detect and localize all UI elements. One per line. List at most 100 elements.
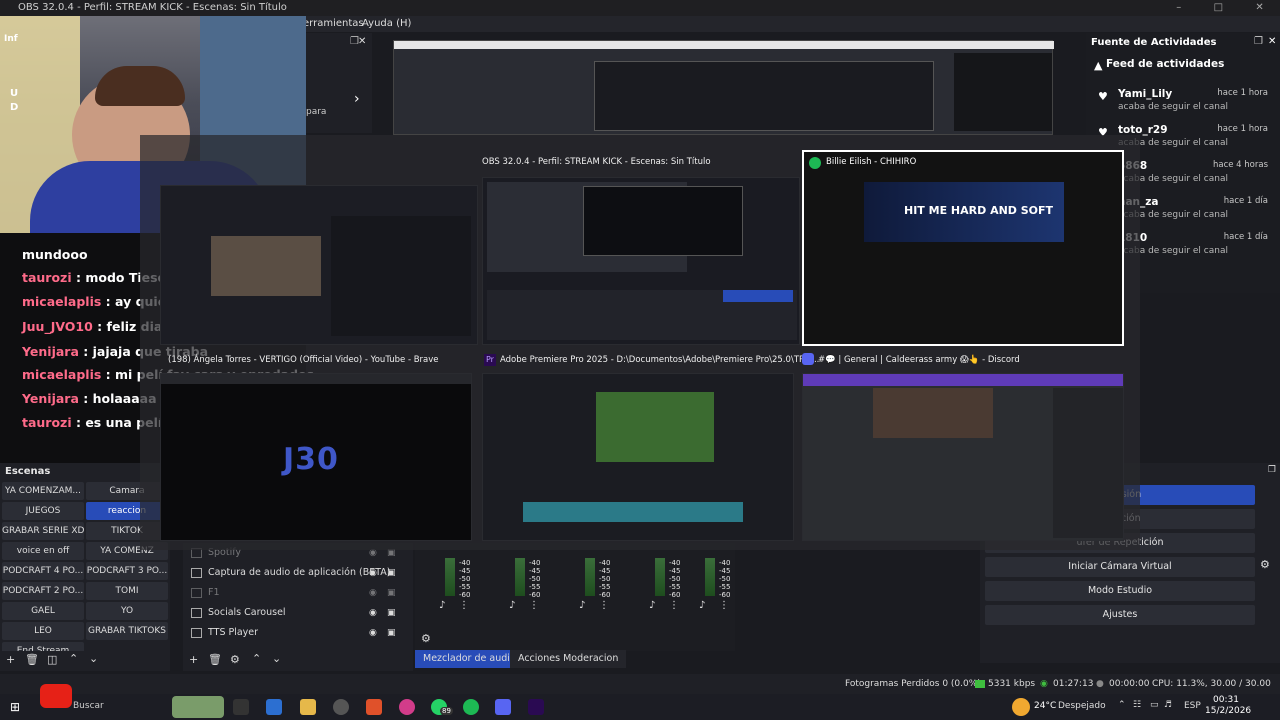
spotify-icon[interactable] [463,699,479,715]
volume-icon[interactable]: ♬ [1164,700,1172,710]
switcher-window-discord[interactable] [802,373,1124,541]
move-down-icon[interactable]: ⌄ [272,652,281,665]
brave-icon[interactable] [366,699,382,715]
scene-item[interactable]: PODCRAFT 3 PO... [86,562,168,580]
weather-icon[interactable] [1012,698,1030,716]
weather-desc[interactable]: Despejado [1058,701,1106,711]
taskbar: ⊞ Buscar 89 24°C Despejado ⌃ ☷ ▭ ♬ ESP 0… [0,684,1280,720]
source-item[interactable]: Socials Carousel ◉ ▣ [191,604,401,622]
source-item[interactable]: TTS Player ◉ ▣ [191,624,401,642]
display-icon[interactable]: ▭ [1150,700,1159,710]
network-icon[interactable]: ☷ [1133,700,1141,710]
float-icon[interactable]: ❐ [1268,465,1276,475]
premiere-icon[interactable] [528,699,544,715]
scene-item[interactable]: voice en off [2,542,84,560]
move-up-icon[interactable]: ⌃ [252,652,261,665]
channel-menu-icon[interactable]: ⋮ [669,600,679,611]
control-button[interactable]: Ajustes [985,605,1255,625]
scene-item[interactable]: GAEL [2,602,84,620]
channel-menu-icon[interactable]: ⋮ [719,600,729,611]
visibility-eye-icon[interactable]: ◉ [369,584,377,602]
mute-speaker-icon[interactable]: ♪ [699,600,705,611]
scene-item[interactable]: PODCRAFT 4 PO... [2,562,84,580]
switcher-window-obs[interactable] [482,177,800,345]
scene-item[interactable]: GRABAR SERIE XD [2,522,84,540]
youtube-icon[interactable] [40,684,72,708]
source-item[interactable]: F1 ◉ ▣ [191,584,401,602]
volume-meter [585,558,595,596]
scene-item[interactable]: YO [86,602,168,620]
mute-speaker-icon[interactable]: ♪ [649,600,655,611]
dock-close-icon[interactable]: ✕ [358,36,366,47]
widget-icon[interactable] [172,696,224,718]
trash-icon[interactable]: 🗑 [208,653,222,666]
float-icon[interactable]: ❐ [1254,36,1263,47]
channel-menu-icon[interactable]: ⋮ [599,600,609,611]
source-name: Captura de audio de aplicación (BETA) [208,567,391,578]
windows-start-icon[interactable]: ⊞ [10,700,20,714]
clock-time[interactable]: 00:31 [1213,695,1239,705]
menu-herramientas[interactable]: erramientas [303,16,364,32]
db-label: -50 [669,575,681,583]
taskbar-search[interactable]: Buscar [73,701,104,711]
volume-meter [515,558,525,596]
switcher-window-spotify[interactable]: Billie Eilish - CHIHIRO HIT ME HARD AND … [802,150,1124,346]
switcher-window-premiere[interactable] [482,373,794,541]
scene-item[interactable]: JUEGOS [2,502,84,520]
visibility-eye-icon[interactable]: ◉ [369,624,377,642]
file-explorer-icon[interactable] [300,699,316,715]
store-icon[interactable] [266,699,282,715]
app-icon[interactable] [399,699,415,715]
add-source-icon[interactable]: + [189,653,198,666]
db-label: -60 [599,591,611,599]
channel-menu-icon[interactable]: ⋮ [529,600,539,611]
trash-icon[interactable]: 🗑 [25,653,39,666]
channel-menu-icon[interactable]: ⋮ [459,600,469,611]
minimize-icon[interactable]: – [1176,0,1181,16]
control-button[interactable]: Iniciar Cámara Virtual [985,557,1255,577]
close-icon[interactable]: ✕ [1255,0,1263,16]
mute-speaker-icon[interactable]: ♪ [439,600,445,611]
gear-icon[interactable]: ⚙ [230,653,240,666]
tab-audio-mixer[interactable]: Mezclador de audio [415,650,524,668]
close-icon[interactable]: ✕ [1268,36,1276,47]
db-label: -60 [719,591,731,599]
task-view-icon[interactable] [233,699,249,715]
chevron-right-icon[interactable]: › [354,91,360,107]
scene-item[interactable]: LEO [2,622,84,640]
follower-name: Yami_Lily [1118,88,1173,100]
visibility-eye-icon[interactable]: ◉ [369,604,377,622]
weather-temp[interactable]: 24°C [1034,701,1056,711]
discord-icon[interactable] [495,699,511,715]
advanced-audio-icon[interactable]: ⚙ [421,632,431,645]
switcher-window-youtube[interactable]: J30 [160,373,472,541]
source-item[interactable]: Captura de audio de aplicación (BETA) ◉ ▣ [191,564,401,582]
lock-icon[interactable]: ▣ [387,624,396,642]
sources-toolbar: + 🗑 ⚙ ⌃ ⌄ [183,651,413,671]
clock-date[interactable]: 15/2/2026 [1205,706,1251,716]
filter-icon[interactable]: ◫ [47,653,57,666]
control-button[interactable]: Modo Estudio [985,581,1255,601]
visibility-eye-icon[interactable]: ◉ [369,564,377,582]
add-scene-icon[interactable]: + [6,653,15,666]
language-indicator[interactable]: ESP [1184,701,1201,711]
obs-icon[interactable] [333,699,349,715]
move-up-icon[interactable]: ⌃ [69,652,78,665]
lock-icon[interactable]: ▣ [387,604,396,622]
switcher-window-obs-left[interactable] [160,185,478,345]
db-scale: -40 -45 -50 -55 -60 [529,559,540,599]
lock-icon[interactable]: ▣ [387,584,396,602]
maximize-icon[interactable]: □ [1214,0,1223,16]
scene-item[interactable]: GRABAR TIKTOKS [86,622,168,640]
mute-speaker-icon[interactable]: ♪ [509,600,515,611]
scene-item[interactable]: PODCRAFT 2 PO... [2,582,84,600]
lock-icon[interactable]: ▣ [387,564,396,582]
menu-ayuda[interactable]: Ayuda (H) [362,16,411,32]
scene-item[interactable]: YA COMENZAM... [2,482,84,500]
scene-item[interactable]: TOMI [86,582,168,600]
tab-moderation-actions[interactable]: Acciones Moderacion [510,650,627,668]
chevron-up-icon[interactable]: ⌃ [1118,700,1126,710]
mute-speaker-icon[interactable]: ♪ [579,600,585,611]
move-down-icon[interactable]: ⌄ [89,652,98,665]
virtual-camera-settings-icon[interactable]: ⚙ [1260,558,1270,571]
